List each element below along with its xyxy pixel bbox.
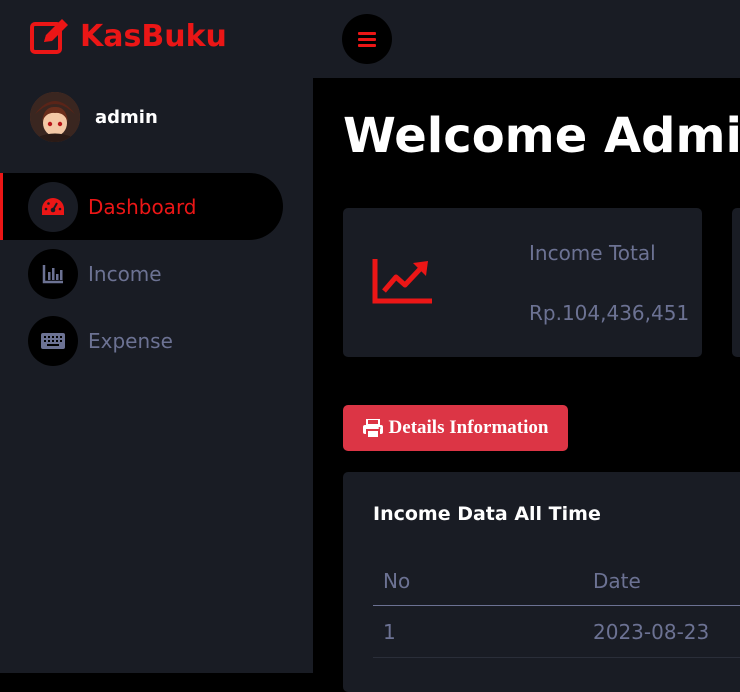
trend-up-icon <box>372 259 432 304</box>
bar-chart-icon <box>28 248 78 299</box>
printer-icon <box>362 418 383 438</box>
details-information-button[interactable]: Details Information <box>343 405 568 451</box>
cell-date: 2023-08-23 <box>583 605 740 658</box>
column-header-date: Date <box>583 557 740 606</box>
user-name: admin <box>95 106 158 128</box>
sidebar: KasBuku admin Dashboard Income Expense <box>0 0 313 673</box>
card-value: Rp.104,436,451 <box>529 301 690 325</box>
column-header-no: No <box>373 557 583 606</box>
table-header-row: No Date <box>373 557 740 606</box>
speedometer-icon <box>28 181 78 232</box>
avatar <box>30 92 80 142</box>
income-table-card: Income Data All Time No Date 1 2023-08-2… <box>343 472 740 692</box>
brand-logo[interactable]: KasBuku <box>30 16 227 56</box>
sidebar-toggle-button[interactable] <box>342 14 392 64</box>
edit-square-icon <box>30 19 68 54</box>
sidebar-nav: Dashboard Income Expense <box>0 173 313 374</box>
details-button-label: Details Information <box>388 417 549 438</box>
user-profile[interactable]: admin <box>30 92 158 142</box>
sidebar-item-label: Expense <box>88 328 173 353</box>
income-total-card: Income Total Rp.104,436,451 <box>343 208 702 357</box>
hamburger-icon <box>358 32 376 47</box>
sidebar-item-label: Dashboard <box>88 194 197 219</box>
keyboard-icon <box>28 315 78 366</box>
brand-name: KasBuku <box>80 18 227 54</box>
sidebar-item-dashboard[interactable]: Dashboard <box>0 173 283 240</box>
sidebar-item-label: Income <box>88 261 162 286</box>
card-title: Income Total <box>529 241 656 265</box>
page-title: Welcome Admin <box>343 108 740 164</box>
sidebar-item-income[interactable]: Income <box>0 240 283 307</box>
topbar <box>313 0 740 78</box>
sidebar-item-expense[interactable]: Expense <box>0 307 283 374</box>
cell-no: 1 <box>373 605 583 658</box>
table-title: Income Data All Time <box>373 503 601 525</box>
stat-card-partial <box>732 208 740 357</box>
income-table: No Date 1 2023-08-23 <box>373 557 740 658</box>
table-row: 1 2023-08-23 <box>373 605 740 658</box>
